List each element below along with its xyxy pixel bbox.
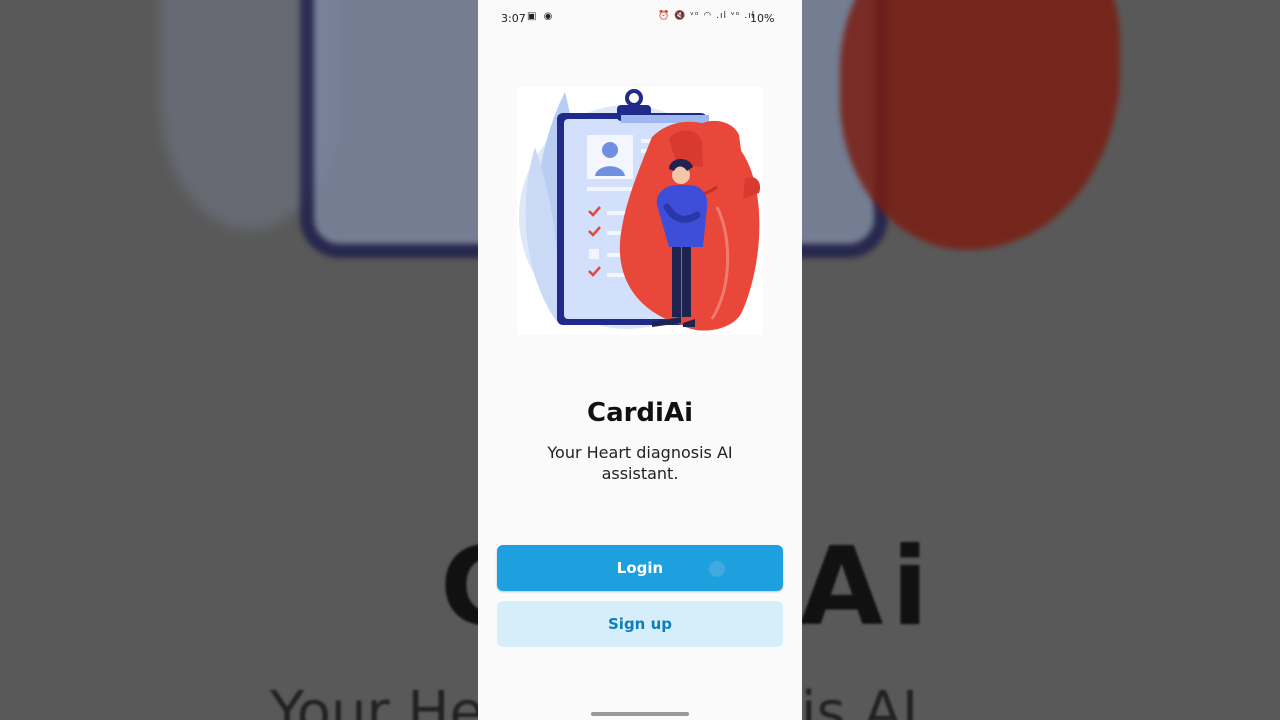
system-status-icons: ⏰ 🔇 ᵛᵒ ◠ .ıl ᵛᵒ .ıl [658, 11, 756, 21]
heart-diagnosis-illustration [517, 87, 763, 335]
phone-screen: 3:07 ▣ ◉ ⏰ 🔇 ᵛᵒ ◠ .ıl ᵛᵒ .ıl 10% CardiAi… [478, 0, 802, 720]
touch-indicator [709, 561, 725, 577]
app-title: CardiAi [586, 398, 693, 428]
signup-button[interactable]: Sign up [497, 601, 783, 647]
login-button[interactable]: Login [497, 545, 783, 591]
status-time: 3:07 [501, 12, 526, 25]
battery-level: 10% [750, 12, 775, 25]
home-indicator[interactable] [591, 712, 689, 716]
app-tagline: Your Heart diagnosis AI assistant. [547, 443, 733, 483]
signup-button-label: Sign up [608, 615, 672, 633]
notification-icons: ▣ ◉ [527, 11, 555, 22]
status-bar: 3:07 ▣ ◉ ⏰ 🔇 ᵛᵒ ◠ .ıl ᵛᵒ .ıl 10% [478, 0, 802, 36]
login-button-label: Login [616, 559, 664, 577]
profile-avatar-icon [602, 142, 618, 158]
